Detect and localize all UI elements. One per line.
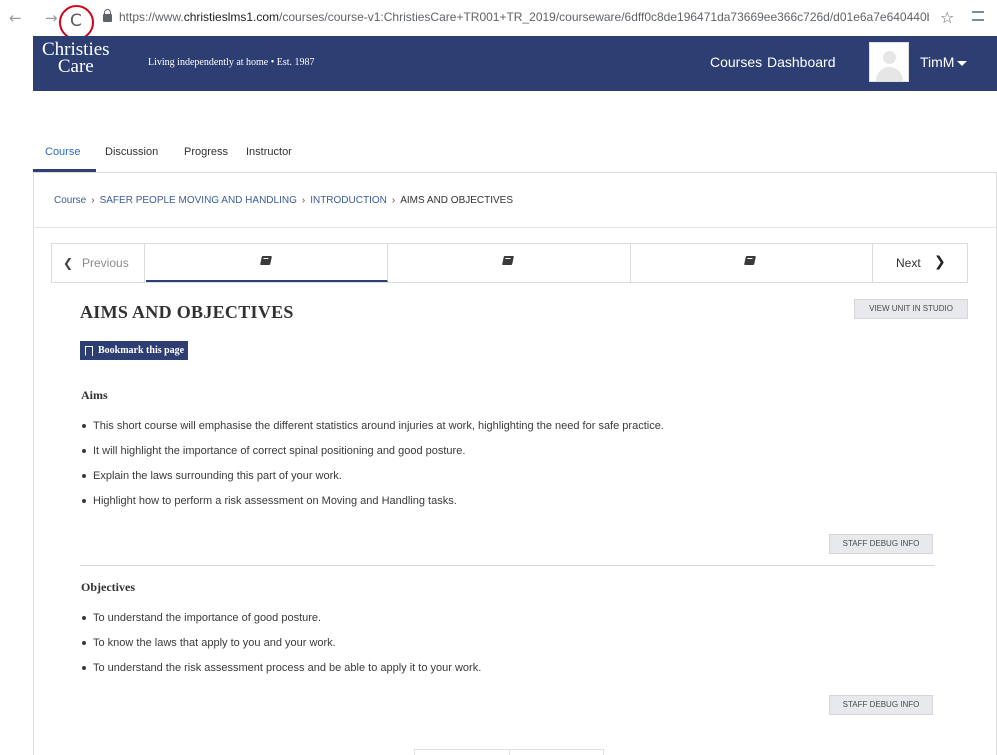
book-icon [260,256,272,265]
tab-discussion[interactable]: Discussion [105,146,158,158]
view-unit-in-studio-button[interactable]: VIEW UNIT IN STUDIO [854,299,968,319]
list-item: Highlight how to perform a risk assessme… [80,493,960,518]
chevron-down-icon[interactable] [957,61,967,66]
book-icon [744,256,756,265]
url-prefix: https://www. [119,10,184,24]
lock-icon [103,9,112,22]
sequence-unit-1[interactable] [146,244,388,282]
browser-toolbar: ← → C https://www.christieslms1.com/cour… [0,0,997,40]
courses-link[interactable]: Courses [710,54,762,70]
url-path: /courses/course-v1:ChristiesCare+TR001+T… [279,10,929,24]
list-item: Explain the laws surrounding this part o… [80,468,960,493]
site-header: Christies Care Living independently at h… [33,36,997,91]
section-divider [80,565,935,566]
breadcrumb-current: AIMS AND OBJECTIVES [400,195,514,206]
extension-icon[interactable] [972,11,984,21]
aims-heading: Aims [81,388,108,402]
objectives-heading: Objectives [81,580,135,594]
list-item: To understand the risk assessment proces… [80,660,960,685]
url-domain: christieslms1.com [183,10,280,24]
back-arrow-icon[interactable]: ← [9,10,22,26]
breadcrumb-separator: › [91,195,95,206]
courseware-content: Course › SAFER PEOPLE MOVING AND HANDLING ›… [33,172,997,755]
unit-title: AIMS AND OBJECTIVES [80,302,294,322]
staff-debug-info-button[interactable]: STAFF DEBUG INFO [829,534,933,554]
logo-line-2: Care [57,56,94,77]
bookmark-label: Bookmark this page [98,345,185,356]
course-tabs: Course Discussion Progress Instructor [33,138,997,172]
breadcrumb-separator: › [301,195,306,206]
staff-debug-info-button[interactable]: STAFF DEBUG INFO [829,695,933,715]
user-menu-name[interactable]: TimM [920,54,954,70]
breadcrumb-separator: › [391,195,396,206]
reload-icon[interactable]: C [70,11,82,31]
breadcrumb: Course › SAFER PEOPLE MOVING AND HANDLING ›… [54,195,513,206]
dashboard-link[interactable]: Dashboard [767,54,836,70]
list-item: It will highlight the importance of corr… [80,443,960,468]
list-item: To know the laws that apply to you and y… [80,635,960,660]
list-item: To understand the importance of good pos… [80,610,960,635]
chevron-left-icon: ❮ [63,256,74,270]
previous-label: Previous [82,256,129,270]
tab-instructor[interactable]: Instructor [246,146,292,158]
previous-button[interactable]: ❮ Previous [52,244,145,282]
chevron-right-icon: ❯ [934,254,946,270]
sequence-navigation: ❮ Previous Next ❯ [51,243,968,283]
aims-list: This short course will emphasise the dif… [80,418,960,518]
list-item: This short course will emphasise the dif… [80,418,960,443]
sequence-unit-3[interactable] [631,244,873,282]
book-icon [502,256,514,265]
breadcrumb-course[interactable]: Course [54,195,86,206]
tab-progress[interactable]: Progress [184,146,228,158]
bookmark-button[interactable]: Bookmark this page [80,341,189,360]
reload-highlight-circle: C [59,5,94,40]
next-label: Next [896,256,921,270]
breadcrumb-section[interactable]: SAFER PEOPLE MOVING AND HANDLING [100,195,297,206]
next-button[interactable]: Next ❯ [872,244,967,282]
christies-care-logo[interactable]: Christies Care [42,40,110,77]
tab-course[interactable]: Course [45,146,80,158]
sequence-unit-2[interactable] [388,244,631,282]
bookmark-icon [85,346,93,356]
tagline: Living independently at home • Est. 1987 [148,57,315,68]
bottom-navigation-stub [414,749,604,755]
bookmark-star-icon[interactable]: ☆ [940,8,954,27]
breadcrumb-subsection[interactable]: INTRODUCTION [310,195,387,206]
address-bar[interactable]: https://www.christieslms1.com/courses/co… [119,10,929,24]
objectives-list: To understand the importance of good pos… [80,610,960,685]
divider [34,227,996,228]
user-avatar[interactable] [869,42,909,82]
forward-arrow-icon[interactable]: → [45,10,58,26]
